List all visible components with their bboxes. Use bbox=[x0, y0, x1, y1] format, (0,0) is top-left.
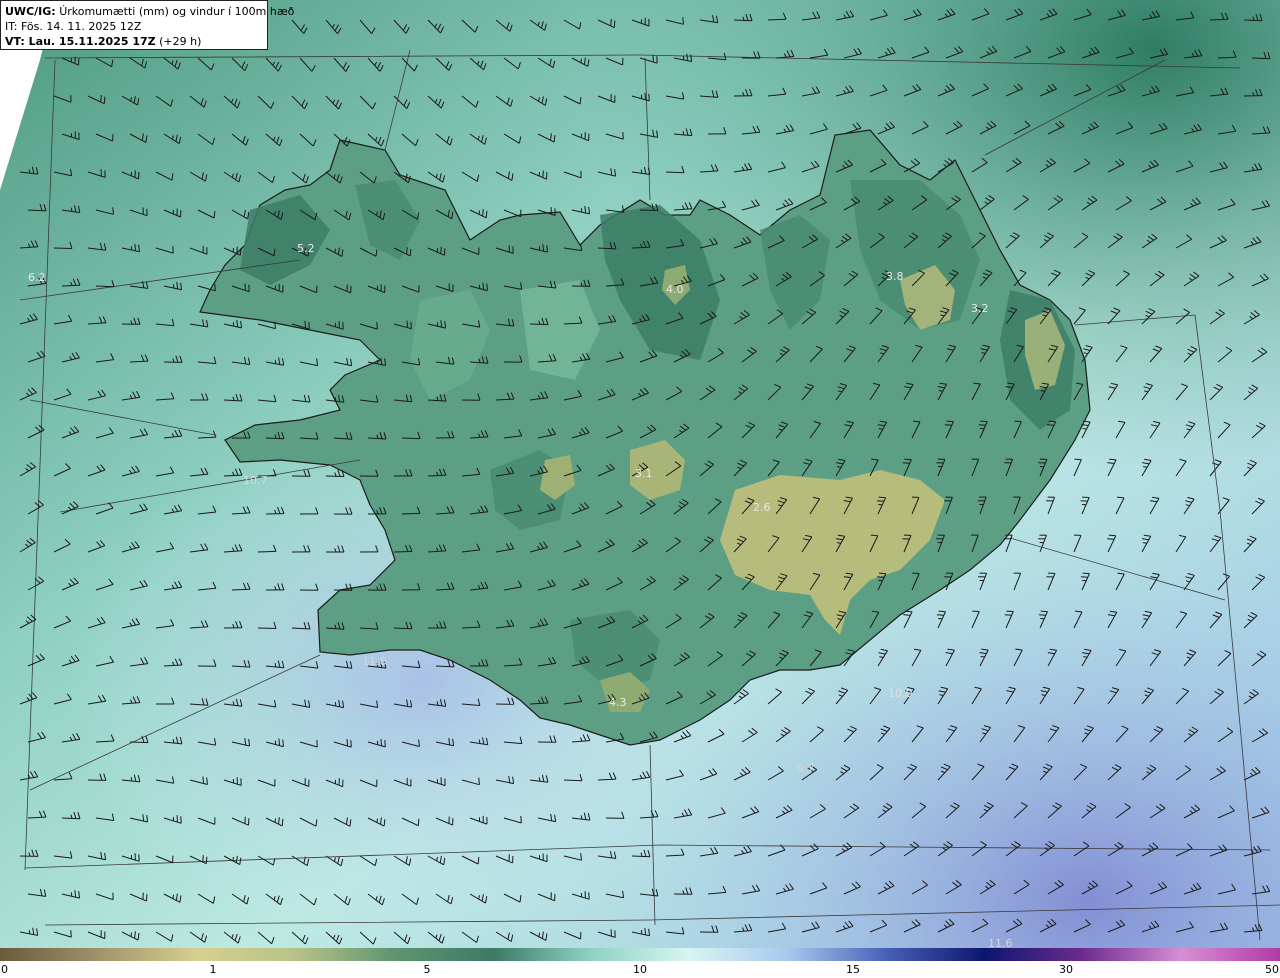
colorbar-tick: 30 bbox=[1059, 963, 1073, 976]
precipitation-colorbar: 0 1 5 10 15 30 50 bbox=[0, 948, 1280, 978]
colorbar-tick: 50 bbox=[1265, 963, 1279, 976]
value-label: 3.8 bbox=[886, 270, 904, 283]
colorbar-gradient bbox=[0, 948, 1280, 961]
precipitation-map: 6.2 5.2 4.0 3.8 3.2 3.1 2.6 10.7 11.6 4.… bbox=[0, 0, 1280, 948]
colorbar-tick: 10 bbox=[633, 963, 647, 976]
map-stage: { "header": { "line1_bold": "UWC/IG:", "… bbox=[0, 0, 1280, 978]
initial-time: IT: Fös. 14. 11. 2025 12Z bbox=[5, 20, 142, 33]
value-label: 9.7 bbox=[797, 762, 815, 775]
map-info-box: UWC/IG: Úrkomumætti (mm) og vindur í 100… bbox=[0, 0, 294, 50]
value-label: 2.6 bbox=[753, 501, 771, 514]
colorbar-tick: 0 bbox=[1, 963, 8, 976]
value-label: 3.2 bbox=[971, 302, 989, 315]
forecast-hour: (+29 h) bbox=[159, 35, 202, 48]
value-label: 10.0 bbox=[888, 687, 913, 700]
value-label: 11.6 bbox=[362, 655, 387, 668]
product-title-row: UWC/IG: Úrkomumætti (mm) og vindur í 100… bbox=[5, 4, 294, 19]
colorbar-tick: 5 bbox=[423, 963, 431, 976]
colorbar-tick: 1 bbox=[209, 963, 217, 976]
value-label: 10.7 bbox=[243, 474, 268, 487]
colorbar-tick: 15 bbox=[846, 963, 860, 976]
valid-time: VT: Lau. 15.11.2025 17Z bbox=[5, 35, 156, 48]
product-title: Úrkomumætti (mm) og vindur í 100m hæð bbox=[59, 5, 295, 18]
value-label: 4.3 bbox=[609, 696, 627, 709]
value-label: 5.2 bbox=[297, 242, 315, 255]
valid-time-row: VT: Lau. 15.11.2025 17Z (+29 h) bbox=[5, 34, 263, 49]
value-label: 3.1 bbox=[635, 467, 653, 480]
value-label: 11.6 bbox=[988, 937, 1013, 948]
value-label: 4.0 bbox=[666, 283, 684, 296]
product-code: UWC/IG: bbox=[5, 5, 56, 18]
value-label: 6.2 bbox=[28, 271, 46, 284]
